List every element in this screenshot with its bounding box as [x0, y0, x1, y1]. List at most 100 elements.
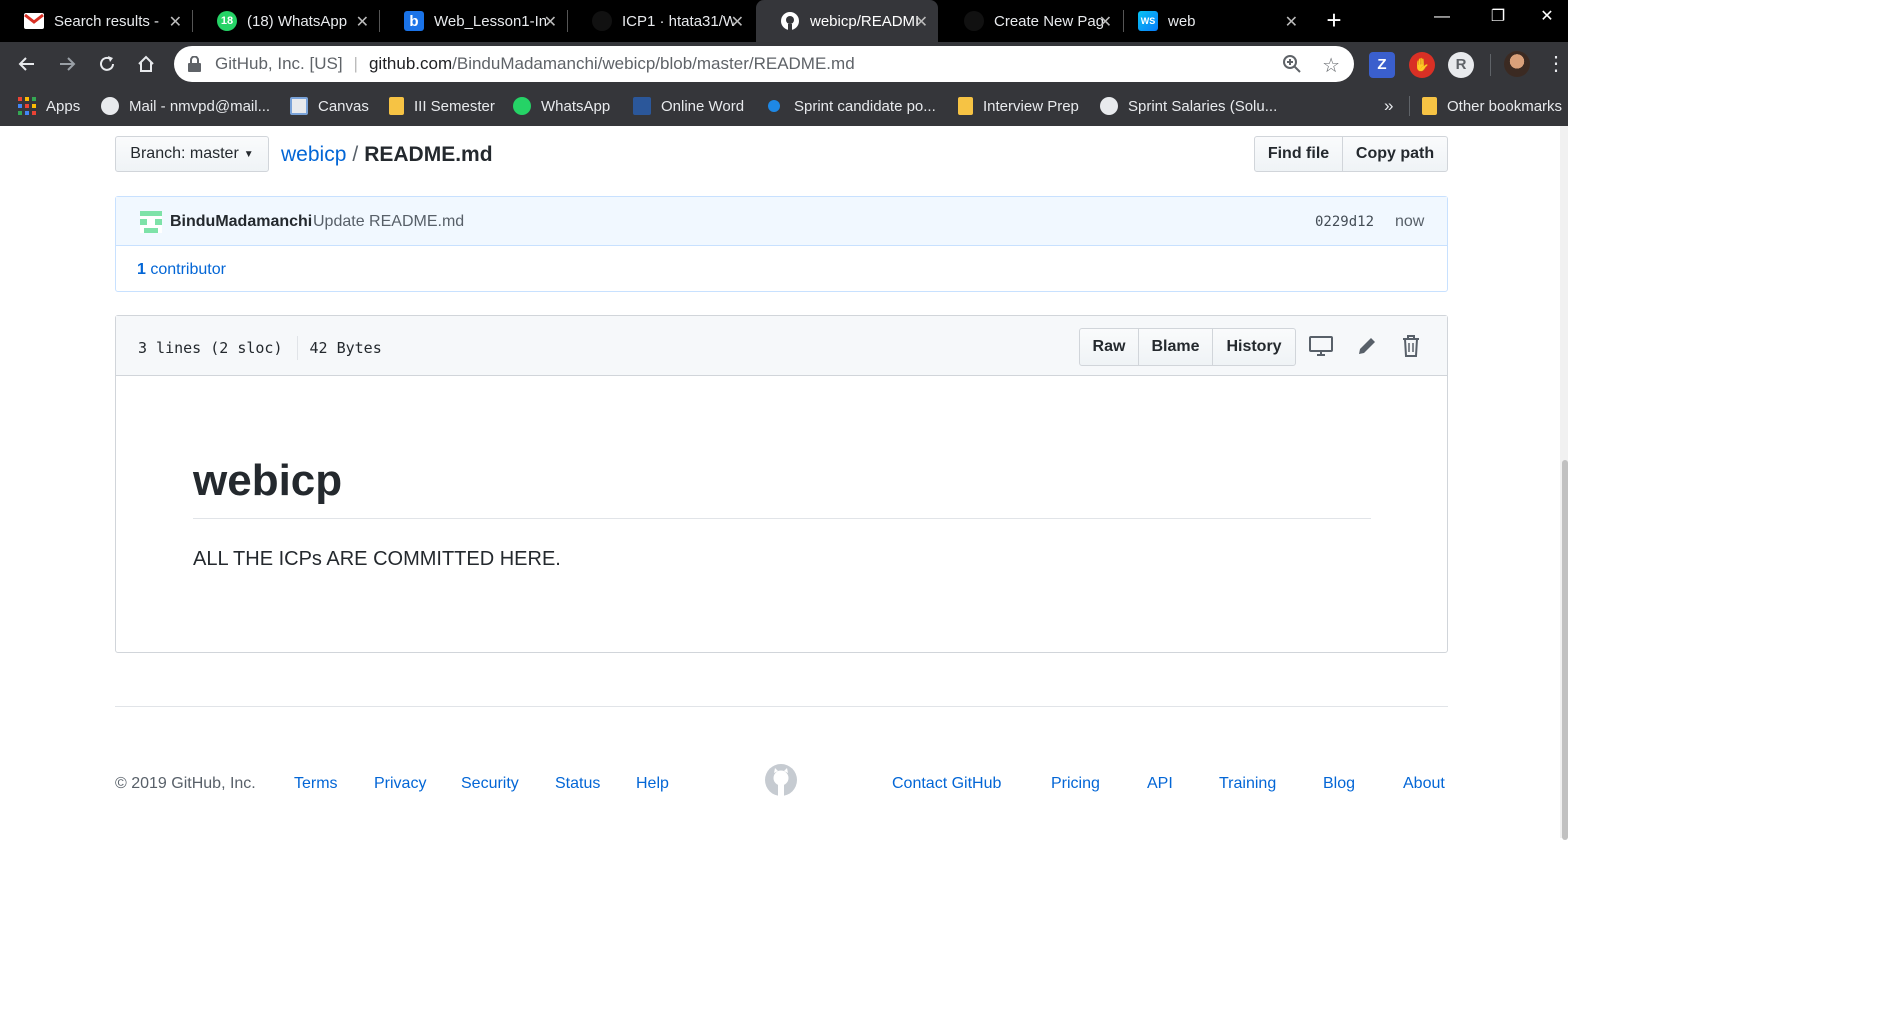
close-tab-icon[interactable]: ✕	[731, 12, 744, 32]
footer-link-terms[interactable]: Terms	[294, 775, 338, 793]
close-tab-icon[interactable]: ✕	[169, 12, 182, 32]
repo-link[interactable]: webicp	[281, 143, 346, 166]
tab-web-lesson[interactable]: b Web_Lesson1-In ✕	[380, 0, 567, 42]
globe-icon	[101, 97, 119, 115]
minimize-window-button[interactable]: —	[1414, 0, 1470, 36]
raw-button[interactable]: Raw	[1079, 328, 1139, 366]
back-button[interactable]	[13, 50, 41, 78]
tab-whatsapp[interactable]: 18 (18) WhatsApp ✕	[193, 0, 379, 42]
tab-title: Create New Pag	[994, 12, 1105, 30]
close-window-button[interactable]: ✕	[1526, 0, 1568, 36]
close-tab-icon[interactable]: ✕	[356, 12, 369, 32]
bookmark-mail[interactable]: Mail - nmvpd@mail...	[101, 95, 270, 117]
address-bar[interactable]: GitHub, Inc. [US] | github.com/BinduMada…	[174, 46, 1354, 82]
bookmark-canvas[interactable]: Canvas	[290, 95, 369, 117]
tab-title: Web_Lesson1-In	[434, 12, 546, 30]
profile-extension-icon[interactable]: R	[1448, 52, 1474, 78]
tab-web-webstorm[interactable]: WS web ✕	[1124, 0, 1308, 42]
zoom-icon[interactable]	[1282, 54, 1302, 79]
bookmark-star-icon[interactable]: ☆	[1322, 53, 1340, 78]
bookmark-sprint-salaries[interactable]: Sprint Salaries (Solu...	[1100, 95, 1277, 117]
contributors-label: contributor	[150, 261, 226, 278]
site-footer: © 2019 GitHub, Inc. Terms Privacy Securi…	[115, 706, 1448, 796]
zoom-extension-icon[interactable]: Z	[1369, 52, 1395, 78]
folder-icon	[389, 97, 404, 115]
bookmark-whatsapp[interactable]: WhatsApp	[513, 95, 610, 117]
lock-icon	[188, 55, 201, 72]
close-tab-icon[interactable]: ✕	[1099, 12, 1112, 32]
branch-label: Branch: master	[130, 145, 239, 162]
footer-link-status[interactable]: Status	[555, 775, 600, 793]
bookmarks-bar: Apps Mail - nmvpd@mail... Canvas III Sem…	[0, 86, 1568, 126]
footer-link-training[interactable]: Training	[1219, 775, 1276, 793]
scrollbar-thumb[interactable]	[1562, 460, 1568, 840]
user-avatar[interactable]	[1504, 51, 1530, 77]
branch-select-button[interactable]: Branch: master ▼	[115, 136, 269, 172]
back-arrow-icon	[18, 57, 34, 71]
close-tab-icon[interactable]: ✕	[915, 12, 928, 32]
close-tab-icon[interactable]: ✕	[544, 12, 557, 32]
page-scrollbar[interactable]	[1560, 126, 1568, 840]
bookmark-label: WhatsApp	[541, 97, 611, 115]
sprint-icon	[768, 100, 780, 112]
readme-paragraph: ALL THE ICPs ARE COMMITTED HERE.	[193, 548, 561, 570]
bookmark-iii-semester[interactable]: III Semester	[389, 95, 495, 117]
word-icon	[633, 97, 651, 115]
webstorm-icon: WS	[1138, 11, 1158, 31]
commit-author[interactable]: BinduMadamanchi	[170, 213, 312, 231]
commit-message[interactable]: Update README.md	[313, 213, 464, 231]
find-file-button[interactable]: Find file	[1254, 136, 1343, 172]
latest-commit-row: BinduMadamanchi Update README.md 0229d12…	[116, 197, 1447, 246]
file-info-divider	[296, 336, 298, 360]
copy-path-button[interactable]: Copy path	[1342, 136, 1448, 172]
restore-window-button[interactable]: ❐	[1470, 0, 1526, 36]
forward-button[interactable]	[53, 50, 81, 78]
footer-link-contact-github[interactable]: Contact GitHub	[892, 775, 1001, 793]
tab-webicp-readme[interactable]: webicp/READMI ✕	[756, 0, 938, 42]
github-octocat-icon[interactable]	[764, 763, 798, 797]
github-icon	[780, 11, 800, 31]
footer-link-help[interactable]: Help	[636, 775, 669, 793]
bookmarks-overflow-button[interactable]: »	[1384, 95, 1393, 117]
tab-icp1[interactable]: ICP1 · htata31/W ✕	[568, 0, 754, 42]
close-tab-icon[interactable]: ✕	[1285, 12, 1298, 32]
pencil-edit-icon[interactable]	[1354, 333, 1380, 359]
bookmark-online-word[interactable]: Online Word	[633, 95, 744, 117]
file-box: 3 lines (2 sloc) 42 Bytes Raw Blame Hist…	[115, 315, 1448, 653]
commit-sha[interactable]: 0229d12	[1315, 214, 1374, 230]
bookmark-apps[interactable]: Apps	[18, 95, 80, 117]
tab-create-new-page[interactable]: Create New Pag ✕	[940, 0, 1122, 42]
new-tab-button[interactable]: +	[1318, 5, 1350, 37]
folder-icon	[958, 97, 973, 115]
history-button[interactable]: History	[1212, 328, 1296, 366]
desktop-icon[interactable]	[1308, 333, 1334, 359]
contributors-link[interactable]: 1 contributor	[137, 261, 226, 279]
home-button[interactable]	[132, 50, 160, 78]
menu-kebab-icon[interactable]: ⋮	[1546, 51, 1566, 77]
gmail-icon	[24, 11, 44, 31]
bookmark-sprint-candidate[interactable]: Sprint candidate po...	[768, 95, 936, 117]
globe-icon	[1100, 97, 1118, 115]
tab-title: webicp/READMI	[810, 12, 920, 30]
blame-button[interactable]: Blame	[1138, 328, 1213, 366]
footer-link-about[interactable]: About	[1403, 775, 1445, 793]
footer-link-pricing[interactable]: Pricing	[1051, 775, 1100, 793]
footer-link-security[interactable]: Security	[461, 775, 519, 793]
stop-extension-icon[interactable]: ✋	[1409, 52, 1435, 78]
bookmark-interview-prep[interactable]: Interview Prep	[958, 95, 1079, 117]
tab-title: ICP1 · htata31/W	[622, 12, 734, 30]
reload-button[interactable]	[93, 50, 121, 78]
browser-toolbar: GitHub, Inc. [US] | github.com/BinduMada…	[0, 42, 1568, 86]
other-bookmarks-folder[interactable]: Other bookmarks	[1422, 95, 1562, 117]
canvas-icon	[290, 97, 308, 115]
footer-link-blog[interactable]: Blog	[1323, 775, 1355, 793]
bookmark-label: Other bookmarks	[1447, 97, 1563, 115]
address-divider: |	[353, 54, 358, 73]
footer-link-api[interactable]: API	[1147, 775, 1173, 793]
footer-copyright: © 2019 GitHub, Inc.	[115, 775, 256, 792]
trash-delete-icon[interactable]	[1398, 333, 1424, 359]
author-avatar[interactable]	[140, 211, 162, 233]
commit-info-box: BinduMadamanchi Update README.md 0229d12…	[115, 196, 1448, 292]
tab-gmail-search[interactable]: Search results - ✕	[0, 0, 192, 42]
footer-link-privacy[interactable]: Privacy	[374, 775, 426, 793]
